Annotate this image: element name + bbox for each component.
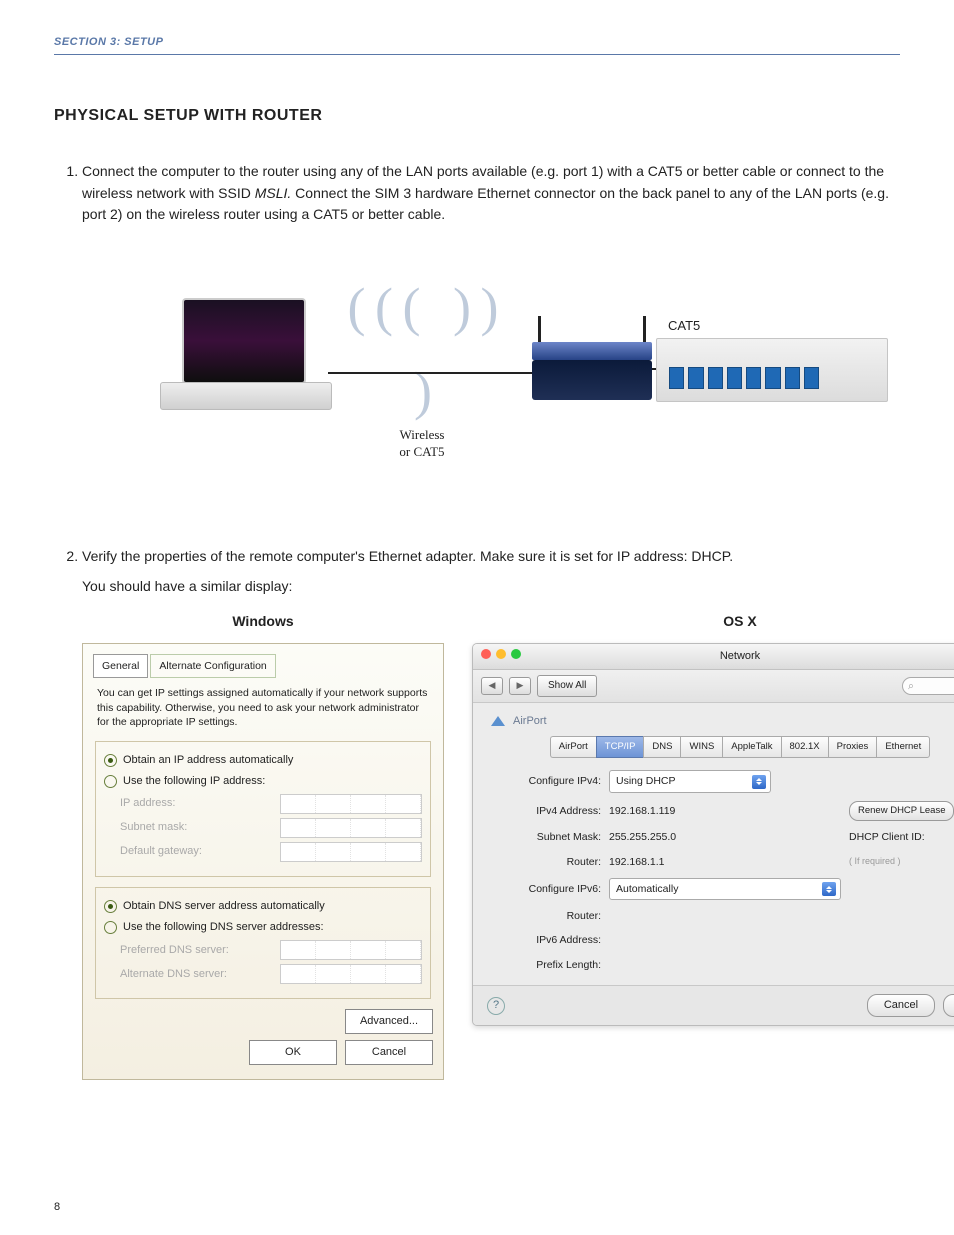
hint-if-required: ( If required )	[849, 855, 901, 869]
chevron-updown-icon	[752, 775, 766, 789]
windows-intro-text: You can get IP settings assigned automat…	[97, 686, 429, 729]
osx-dialog: Network ◀ ▶ Show All ⌕ AirPort AirPortTC…	[472, 643, 954, 1026]
osx-titlebar: Network	[473, 644, 954, 670]
input-ip-address[interactable]	[280, 794, 422, 814]
step-2: Verify the properties of the remote comp…	[82, 546, 900, 1080]
value-configure-ipv6: Automatically	[616, 881, 678, 897]
label-configure-ipv6: Configure IPv6:	[491, 881, 601, 897]
input-subnet[interactable]	[280, 818, 422, 838]
label-subnet-mask: Subnet Mask:	[491, 829, 601, 845]
cat5-label: CAT5	[668, 316, 700, 336]
select-configure-ipv4[interactable]: Using DHCP	[609, 770, 771, 792]
wifi-icon	[491, 716, 505, 726]
label-prefix-length: Prefix Length:	[491, 957, 601, 973]
label-dhcp-client-id: DHCP Client ID:	[849, 829, 954, 845]
advanced-button[interactable]: Advanced...	[345, 1009, 433, 1034]
ip-fieldset: Obtain an IP address automatically Use t…	[95, 741, 431, 877]
cancel-button[interactable]: Cancel	[345, 1040, 433, 1065]
sim3-device-icon	[656, 338, 888, 402]
value-subnet-mask: 255.255.255.0	[609, 829, 841, 845]
tab-appletalk[interactable]: AppleTalk	[722, 736, 780, 759]
label-router: Router:	[491, 854, 601, 870]
setup-diagram: ( ( ( ) ) ) Wireless or CAT5 CAT5	[82, 256, 900, 476]
label-use-dns: Use the following DNS server addresses:	[123, 919, 324, 936]
wireless-icon: ( ( ( ) ) ) Wireless or CAT5	[342, 266, 502, 461]
section-header: SECTION 3: SETUP	[54, 36, 900, 55]
tab-ethernet[interactable]: Ethernet	[876, 736, 930, 759]
close-icon[interactable]	[481, 649, 491, 659]
value-configure-ipv4: Using DHCP	[616, 773, 676, 789]
osx-cancel-button[interactable]: Cancel	[867, 994, 935, 1017]
search-icon: ⌕	[908, 678, 914, 694]
radio-obtain-ip[interactable]	[104, 754, 117, 767]
dns-fieldset: Obtain DNS server address automatically …	[95, 887, 431, 999]
windows-dialog: General Alternate Configuration You can …	[82, 643, 444, 1080]
back-button[interactable]: ◀	[481, 677, 503, 695]
label-pref-dns: Preferred DNS server:	[120, 942, 280, 959]
search-input[interactable]: ⌕	[902, 677, 954, 695]
label-ip-address: IP address:	[120, 795, 280, 812]
osx-tabbar: AirPortTCP/IPDNSWINSAppleTalk802.1XProxi…	[491, 736, 954, 759]
label-alt-dns: Alternate DNS server:	[120, 966, 280, 983]
wireless-label-1: Wireless	[400, 427, 445, 442]
cable-line-1	[328, 372, 538, 374]
tab-wins[interactable]: WINS	[680, 736, 722, 759]
label-ipv4-address: IPv4 Address:	[491, 803, 601, 819]
airport-label: AirPort	[513, 713, 547, 730]
tab-tcpip[interactable]: TCP/IP	[596, 736, 644, 759]
label-subnet: Subnet mask:	[120, 819, 280, 836]
label-obtain-dns: Obtain DNS server address automatically	[123, 898, 325, 915]
forward-button[interactable]: ▶	[509, 677, 531, 695]
label-router-ipv6: Router:	[491, 908, 601, 924]
step-2-text: Verify the properties of the remote comp…	[82, 548, 733, 564]
step-2-subtext: You should have a similar display:	[82, 576, 900, 598]
label-obtain-ip: Obtain an IP address automatically	[123, 752, 293, 769]
label-ipv6-address: IPv6 Address:	[491, 932, 601, 948]
laptop-icon	[160, 298, 330, 418]
tab-general[interactable]: General	[93, 654, 148, 678]
label-gateway: Default gateway:	[120, 843, 280, 860]
osx-ok-button[interactable]: OK	[943, 994, 954, 1017]
input-gateway[interactable]	[280, 842, 422, 862]
ssid-name: MSLI.	[255, 185, 292, 201]
minimize-icon[interactable]	[496, 649, 506, 659]
renew-dhcp-button[interactable]: Renew DHCP Lease	[849, 801, 954, 822]
radio-use-dns[interactable]	[104, 921, 117, 934]
tab-8021x[interactable]: 802.1X	[781, 736, 828, 759]
select-configure-ipv6[interactable]: Automatically	[609, 878, 841, 900]
tab-dns[interactable]: DNS	[643, 736, 680, 759]
router-icon	[532, 336, 652, 416]
tab-airport[interactable]: AirPort	[550, 736, 596, 759]
zoom-icon[interactable]	[511, 649, 521, 659]
osx-heading: OS X	[472, 611, 954, 633]
show-all-button[interactable]: Show All	[537, 675, 597, 697]
tab-proxies[interactable]: Proxies	[828, 736, 877, 759]
ok-button[interactable]: OK	[249, 1040, 337, 1065]
value-router: 192.168.1.1	[609, 854, 841, 870]
value-ipv4-address: 192.168.1.119	[609, 803, 841, 819]
label-use-ip: Use the following IP address:	[123, 773, 265, 790]
label-configure-ipv4: Configure IPv4:	[491, 773, 601, 789]
wireless-label-2: or CAT5	[399, 444, 444, 459]
tab-alternate-config[interactable]: Alternate Configuration	[150, 654, 275, 678]
radio-use-ip[interactable]	[104, 775, 117, 788]
step-1: Connect the computer to the router using…	[82, 161, 900, 476]
page-title: PHYSICAL SETUP WITH ROUTER	[54, 107, 900, 125]
radio-obtain-dns[interactable]	[104, 900, 117, 913]
page-number: 8	[54, 1201, 60, 1213]
input-pref-dns[interactable]	[280, 940, 422, 960]
windows-heading: Windows	[82, 611, 444, 633]
chevron-updown-icon	[822, 882, 836, 896]
help-icon[interactable]: ?	[487, 997, 505, 1015]
input-alt-dns[interactable]	[280, 964, 422, 984]
osx-title: Network	[720, 650, 760, 662]
